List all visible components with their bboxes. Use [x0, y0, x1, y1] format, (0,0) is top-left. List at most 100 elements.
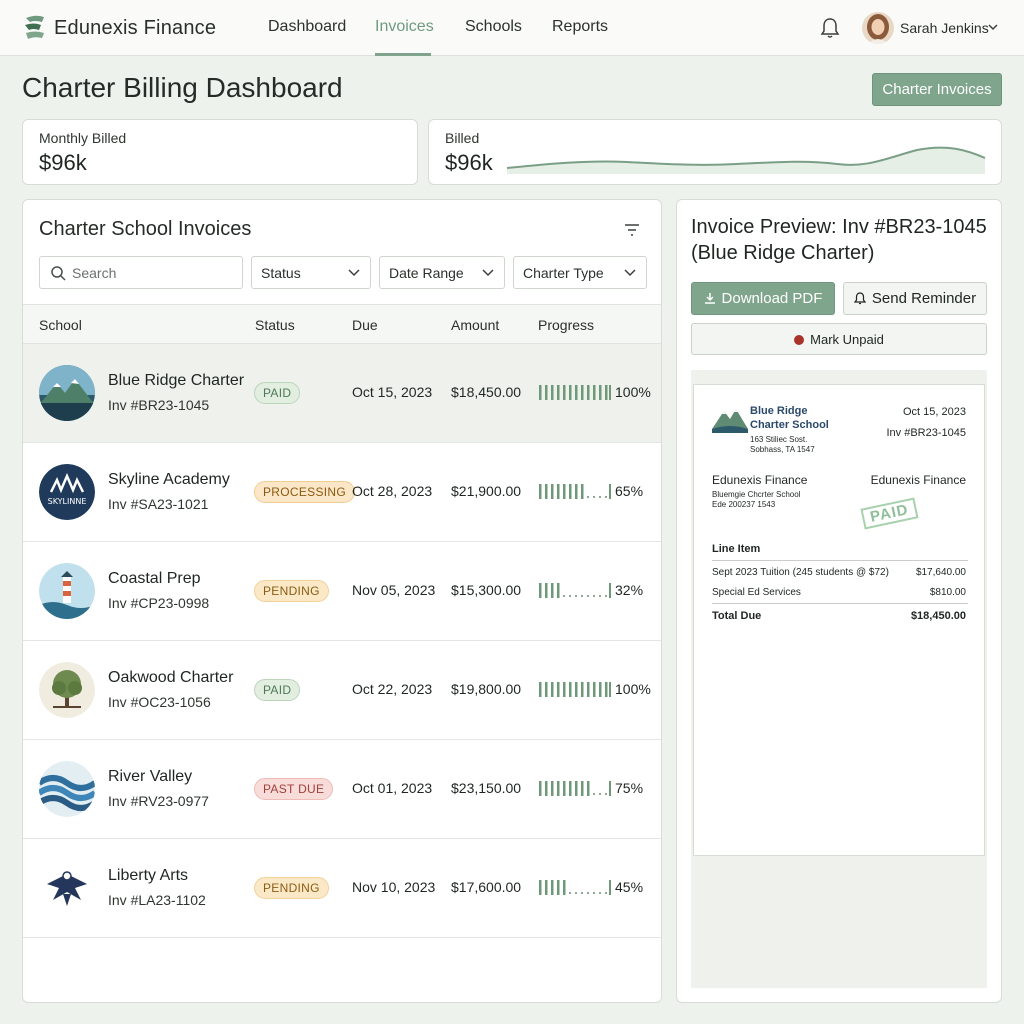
user-name[interactable]: Sarah Jenkins	[900, 20, 989, 36]
column-due[interactable]: Due	[352, 317, 378, 333]
school-name[interactable]: River Valley	[108, 768, 192, 786]
progress-tick-filled	[581, 385, 584, 400]
table-row[interactable]: Coastal Prep Inv #CP23-0998 PENDING Nov …	[23, 542, 661, 641]
nav-schools[interactable]: Schools	[465, 18, 522, 36]
bell-icon	[853, 292, 867, 305]
invoice-number: Inv #OC23-1056	[108, 694, 211, 710]
reminder-label: Send Reminder	[871, 290, 977, 307]
school-name[interactable]: Liberty Arts	[108, 867, 188, 885]
status-filter-dropdown[interactable]: Status	[251, 256, 371, 289]
amount: $18,450.00	[451, 384, 522, 400]
status-badge: PENDING	[254, 580, 329, 602]
amount: $23,150.00	[451, 780, 522, 796]
progress-tick-filled	[563, 385, 566, 400]
school-logo	[39, 860, 95, 916]
table-row[interactable]: SKYLINNE Skyline Academy Inv #SA23-1021 …	[23, 443, 661, 542]
avatar[interactable]	[862, 12, 894, 44]
nav-dashboard[interactable]: Dashboard	[268, 18, 346, 36]
due-date: Oct 15, 2023	[352, 384, 433, 400]
filter-icon[interactable]	[623, 222, 641, 238]
download-pdf-button[interactable]: Download PDF	[691, 282, 835, 315]
chevron-down-icon	[482, 269, 494, 277]
column-amount[interactable]: Amount	[451, 317, 499, 333]
charter-type-dropdown[interactable]: Charter Type	[513, 256, 647, 289]
school-name[interactable]: Skyline Academy	[108, 471, 230, 489]
progress-tick-filled	[581, 682, 584, 697]
column-progress[interactable]: Progress	[538, 317, 594, 333]
progress-tick-filled	[539, 583, 542, 598]
doc-divider	[712, 603, 968, 604]
progress-tick-filled	[545, 583, 548, 598]
document-viewer[interactable]: Blue Ridge Charter School 163 Stiliec So…	[691, 370, 987, 988]
amount: $17,600.00	[451, 879, 522, 895]
progress-tick-filled	[551, 682, 554, 697]
progress-tick-filled	[557, 781, 560, 796]
doc-bill-to-line2: Ede 200237 1543	[712, 500, 776, 509]
progress-tick-end	[609, 880, 611, 895]
progress-tick-filled	[563, 484, 566, 499]
mark-unpaid-button[interactable]: Mark Unpaid	[691, 323, 987, 355]
doc-address-line2: Sobhass, TA 1547	[750, 445, 815, 454]
kpi-monthly-billed: Monthly Billed $96k	[22, 119, 418, 185]
progress-tick-filled	[575, 385, 578, 400]
invoice-document: Blue Ridge Charter School 163 Stiliec So…	[693, 384, 985, 856]
send-reminder-button[interactable]: Send Reminder	[843, 282, 987, 315]
brand-logo-icon	[25, 15, 44, 39]
charter-invoices-button[interactable]: Charter Invoices	[872, 73, 1002, 106]
progress-tick-empty	[581, 595, 583, 597]
column-status[interactable]: Status	[255, 317, 295, 333]
top-nav: Edunexis Finance Dashboard Invoices Scho…	[0, 0, 1024, 56]
school-name[interactable]: Blue Ridge Charter	[108, 372, 244, 390]
dropdown-label: Status	[261, 265, 301, 281]
invoice-number: Inv #RV23-0977	[108, 793, 209, 809]
progress-tick-filled	[563, 781, 566, 796]
search-input[interactable]: Search	[39, 256, 243, 289]
progress-tick-filled	[563, 682, 566, 697]
chevron-down-icon	[624, 269, 636, 277]
due-date: Nov 05, 2023	[352, 582, 436, 598]
doc-invoice-number: Inv #BR23-1045	[886, 427, 967, 439]
search-placeholder: Search	[72, 265, 117, 281]
doc-bill-to: Bluemgie Chcrter School	[712, 490, 801, 499]
progress-tick-filled	[545, 880, 548, 895]
doc-school-name: Blue Ridge	[750, 405, 808, 417]
table-row[interactable]: Blue Ridge Charter Inv #BR23-1045 PAID O…	[23, 344, 661, 443]
progress-tick-filled	[587, 781, 590, 796]
brand[interactable]: Edunexis Finance	[22, 14, 216, 42]
doc-total-label: Total Due	[712, 610, 762, 622]
column-school[interactable]: School	[39, 317, 82, 333]
progress-percent: 75%	[615, 780, 644, 796]
panel-title: Charter School Invoices	[39, 218, 252, 240]
school-name[interactable]: Oakwood Charter	[108, 669, 233, 687]
progress-tick-filled	[539, 385, 542, 400]
doc-line-amount: $17,640.00	[915, 567, 966, 578]
school-logo	[39, 662, 95, 718]
table-row[interactable]: Oakwood Charter Inv #OC23-1056 PAID Oct …	[23, 641, 661, 740]
nav-reports[interactable]: Reports	[552, 18, 608, 36]
progress-tick-end	[609, 781, 611, 796]
paid-stamp: PAID	[860, 497, 919, 530]
progress-tick-filled	[551, 484, 554, 499]
invoice-preview-panel: Invoice Preview: Inv #BR23-1045 (Blue Ri…	[676, 199, 1002, 1003]
nav-invoices[interactable]: Invoices	[375, 18, 434, 36]
kpi-value: $96k	[445, 150, 493, 175]
invoices-panel: Charter School Invoices Search Status Da…	[22, 199, 662, 1003]
progress-tick-filled	[569, 385, 572, 400]
doc-total-amount: $18,450.00	[910, 610, 966, 622]
date-range-dropdown[interactable]: Date Range	[379, 256, 505, 289]
table-row[interactable]: River Valley Inv #RV23-0977 PAST DUE Oct…	[23, 740, 661, 839]
progress-tick-filled	[539, 880, 542, 895]
table-row[interactable]: Liberty Arts Inv #LA23-1102 PENDING Nov …	[23, 839, 661, 938]
chevron-down-icon[interactable]	[987, 22, 999, 32]
school-logo: SKYLINNE	[39, 464, 95, 520]
school-name[interactable]: Coastal Prep	[108, 570, 201, 588]
school-logo	[39, 563, 95, 619]
progress-tick-empty	[605, 793, 607, 795]
bell-icon[interactable]	[820, 17, 840, 39]
status-badge: PAID	[254, 679, 301, 701]
due-date: Nov 10, 2023	[352, 879, 436, 895]
progress-bar	[539, 781, 611, 796]
school-logo-icon	[712, 409, 748, 433]
progress-tick-filled	[605, 682, 608, 697]
progress-tick-empty	[569, 595, 571, 597]
